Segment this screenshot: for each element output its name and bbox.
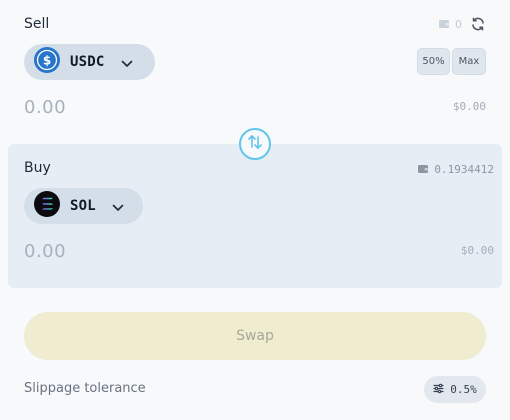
max-amount-button[interactable]: Max xyxy=(452,48,486,75)
slippage-label: Slippage tolerance xyxy=(24,381,146,396)
usdc-icon: $ xyxy=(34,47,60,77)
wallet-icon xyxy=(439,18,449,31)
sell-token-selector[interactable]: $ USDC xyxy=(24,44,155,80)
buy-amount-input[interactable]: 0.00 xyxy=(24,241,66,262)
wallet-icon xyxy=(418,163,429,176)
refresh-icon xyxy=(471,16,485,35)
buy-token-symbol: SOL xyxy=(70,198,96,214)
sliders-icon xyxy=(433,383,444,397)
sell-balance: 0 xyxy=(439,18,462,31)
buy-balance: 0.1934412 xyxy=(418,163,494,176)
slippage-settings-button[interactable]: 0.5% xyxy=(424,376,486,403)
sell-amount-input[interactable]: 0.00 xyxy=(24,97,66,118)
sell-token-symbol: USDC xyxy=(70,54,105,70)
slippage-value: 0.5% xyxy=(450,383,477,396)
svg-text:$: $ xyxy=(43,54,51,68)
chevron-down-icon xyxy=(112,197,124,216)
sol-icon xyxy=(34,191,60,221)
sell-usd-value: $0.00 xyxy=(452,100,486,113)
buy-title: Buy xyxy=(24,160,51,176)
buy-balance-value: 0.1934412 xyxy=(434,163,494,176)
sell-title: Sell xyxy=(24,16,50,32)
swap-button[interactable]: Swap xyxy=(24,312,486,360)
flip-tokens-button[interactable] xyxy=(239,128,271,160)
chevron-down-icon xyxy=(121,53,133,72)
refresh-button[interactable] xyxy=(470,16,486,34)
half-amount-button[interactable]: 50% xyxy=(417,48,450,75)
swap-direction-icon xyxy=(246,133,264,155)
sell-balance-value: 0 xyxy=(455,18,462,31)
buy-usd-value: $0.00 xyxy=(460,244,494,257)
buy-token-selector[interactable]: SOL xyxy=(24,188,143,224)
